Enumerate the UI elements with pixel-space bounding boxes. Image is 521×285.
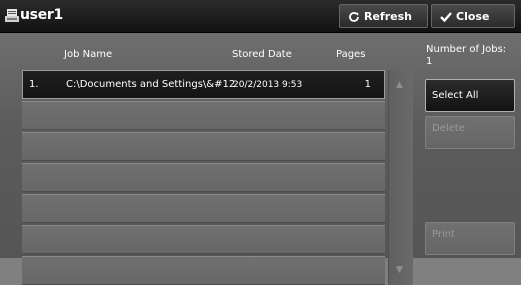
refresh-label: Refresh [364,10,412,23]
checkmark-icon [440,12,452,23]
empty-row [22,132,385,161]
job-list-panel: Job Name Stored Date Pages 1. C:\Documen… [0,33,521,285]
empty-row [22,101,385,130]
scroll-up-icon[interactable]: ▲ [396,80,403,90]
scrollbar[interactable]: ▲ ▼ [388,70,413,285]
empty-row [22,194,385,223]
delete-button[interactable]: Delete [425,116,515,149]
window-title: user1 [20,7,63,23]
close-button[interactable]: Close [431,4,515,28]
scroll-down-icon[interactable]: ▼ [396,265,403,275]
column-header-pages: Pages [336,49,366,60]
title-bar: user1 Refresh Close [0,0,521,33]
number-of-jobs-label: Number of Jobs: [426,44,507,55]
column-header-stored-date: Stored Date [232,49,292,60]
empty-row [22,256,385,285]
print-button[interactable]: Print [425,222,515,255]
job-name: C:\Documents and Settings\&#12 [66,79,236,90]
job-pages: 1 [364,79,371,90]
close-label: Close [456,10,490,23]
column-header-job-name: Job Name [64,49,113,60]
number-of-jobs: Number of Jobs: 1 [426,44,518,68]
job-stored-date: 20/2/2013 9:53 [233,80,303,90]
select-all-button[interactable]: Select All [425,79,515,112]
job-number: 1. [29,79,39,90]
job-list: 1. C:\Documents and Settings\&#12 20/2/2… [22,70,385,285]
empty-row [22,163,385,192]
number-of-jobs-value: 1 [426,56,433,67]
refresh-button[interactable]: Refresh [339,4,428,28]
refresh-icon [349,12,359,22]
table-row[interactable]: 1. C:\Documents and Settings\&#12 20/2/2… [22,70,385,99]
empty-row [22,225,385,254]
